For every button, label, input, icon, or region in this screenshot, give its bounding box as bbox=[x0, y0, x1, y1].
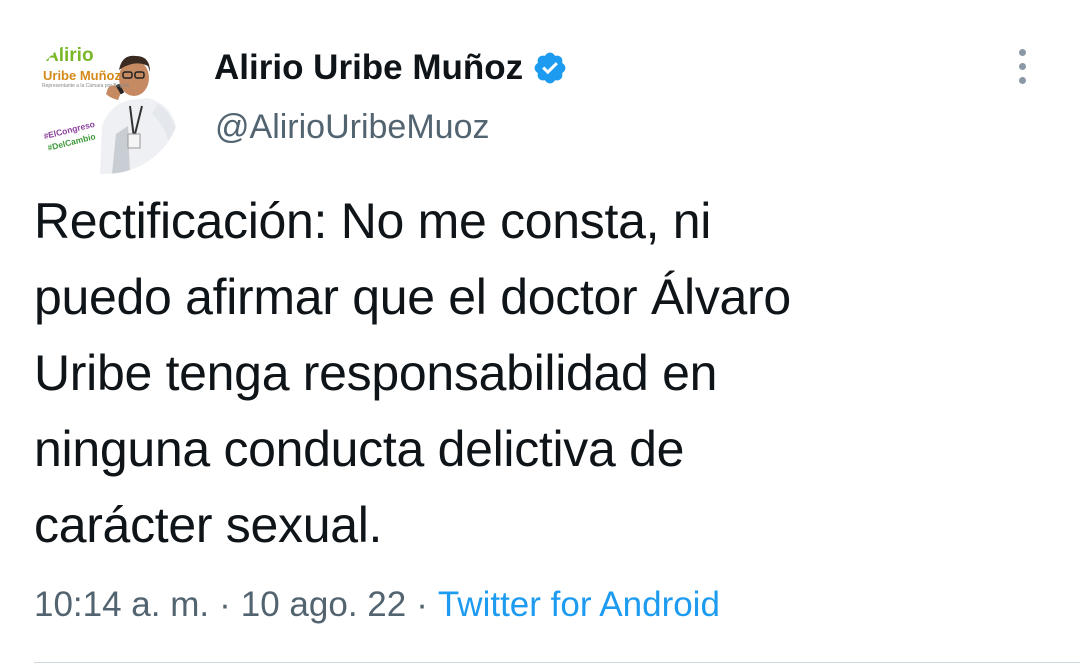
more-options-icon[interactable] bbox=[1008, 44, 1040, 88]
verified-badge-icon bbox=[534, 52, 566, 84]
tweet-time[interactable]: 10:14 a. m. bbox=[34, 585, 209, 625]
tweet-source-link[interactable]: Twitter for Android bbox=[438, 585, 720, 625]
more-dot bbox=[1019, 77, 1026, 84]
tweet-text-line: ninguna conducta delictiva de bbox=[34, 421, 685, 477]
meta-separator: · bbox=[219, 585, 231, 624]
tweet-metadata: 10:14 a. m. · 10 ago. 22 · Twitter for A… bbox=[34, 585, 720, 625]
avatar[interactable]: Alirio Uribe Muñoz Representante a la Cá… bbox=[30, 34, 180, 174]
tweet-card: Alirio Uribe Muñoz Representante a la Cá… bbox=[0, 0, 1080, 666]
tweet-text-line: carácter sexual. bbox=[34, 497, 383, 553]
more-dot bbox=[1019, 49, 1026, 56]
avatar-logo-line1: Alirio bbox=[45, 45, 94, 66]
meta-separator: · bbox=[416, 585, 428, 624]
author-name-row[interactable]: Alirio Uribe Muñoz bbox=[214, 46, 568, 90]
tweet-text-line: Uribe tenga responsabilidad en bbox=[34, 345, 718, 401]
divider bbox=[34, 662, 1080, 663]
display-name[interactable]: Alirio Uribe Muñoz bbox=[214, 48, 523, 88]
author-handle[interactable]: @AlirioUribeMuoz bbox=[215, 108, 489, 147]
tweet-text: Rectificación: No me consta, ni puedo af… bbox=[34, 183, 1044, 563]
avatar-logo-line2: Uribe Muñoz bbox=[43, 68, 121, 83]
tweet-date[interactable]: 10 ago. 22 bbox=[241, 585, 406, 625]
avatar-logo-subtitle: Representante a la Cámara por Bogotá bbox=[42, 83, 130, 89]
more-dot bbox=[1019, 63, 1026, 70]
tweet-text-line: puedo afirmar que el doctor Álvaro bbox=[34, 269, 791, 325]
tweet-text-line: Rectificación: No me consta, ni bbox=[34, 193, 712, 249]
